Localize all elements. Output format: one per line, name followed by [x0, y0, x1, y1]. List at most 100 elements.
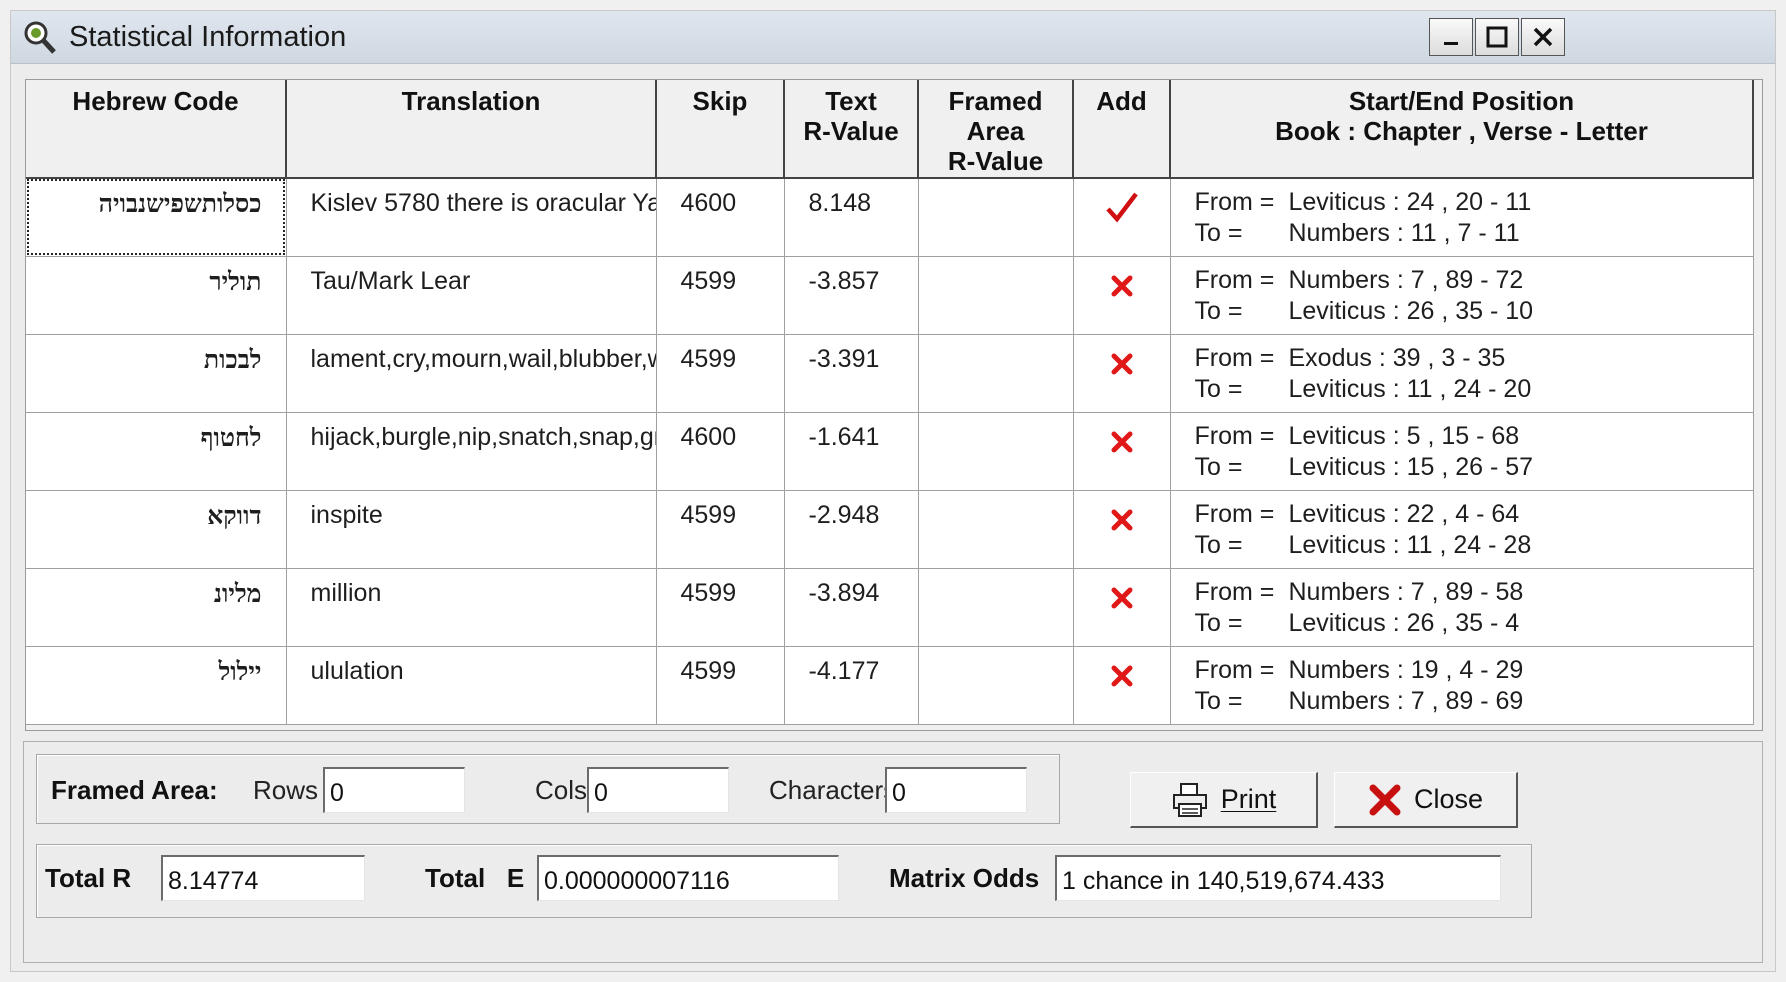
skip-cell[interactable]: 4600: [656, 412, 785, 491]
from-line: From = Numbers : 7 , 89 - 58: [1195, 577, 1753, 608]
translation-cell[interactable]: million: [286, 568, 657, 647]
to-value: Numbers : 11 , 7 - 11: [1288, 219, 1520, 247]
hebrew-code-cell[interactable]: יילול: [26, 646, 287, 725]
title-bar[interactable]: Statistical Information: [11, 11, 1775, 64]
minimize-button[interactable]: [1429, 18, 1473, 56]
close-window-button[interactable]: [1521, 18, 1565, 56]
hebrew-code-cell[interactable]: כסלותשפישנבויה: [26, 178, 287, 257]
translation-cell[interactable]: inspite: [286, 490, 657, 569]
add-cell[interactable]: [1073, 256, 1171, 335]
skip-cell[interactable]: 4599: [656, 568, 785, 647]
from-value: Exodus : 39 , 3 - 35: [1288, 343, 1506, 372]
from-line: From = Leviticus : 24 , 20 - 11: [1195, 187, 1753, 218]
translation-cell[interactable]: Tau/Mark Lear: [286, 256, 657, 335]
add-cell[interactable]: [1073, 490, 1171, 569]
results-grid[interactable]: Hebrew Code Translation Skip Text R-Valu…: [25, 79, 1763, 731]
hebrew-code-cell[interactable]: תוליר: [26, 256, 287, 335]
column-header-hebrew-code[interactable]: Hebrew Code: [26, 80, 287, 179]
text-r-value-cell[interactable]: -3.857: [784, 256, 919, 335]
column-header-skip[interactable]: Skip: [656, 80, 785, 179]
framed-area-r-value-cell[interactable]: [918, 646, 1074, 725]
rows-field[interactable]: [323, 767, 465, 813]
hebrew-code-cell[interactable]: לחטוף: [26, 412, 287, 491]
from-line: From = Numbers : 19 , 4 - 29: [1195, 655, 1753, 686]
table-row[interactable]: דווקא inspite 4599 -2.948 From = Leviticus : …: [26, 490, 1754, 569]
text-r-value-cell[interactable]: 8.148: [784, 178, 919, 257]
matrix-odds-field[interactable]: [1055, 855, 1501, 901]
table-row[interactable]: לבכותlament,cry,mourn,wail,blubber,weep4…: [26, 334, 1754, 413]
framed-area-r-value-cell[interactable]: [918, 178, 1074, 257]
framed-area-r-value-cell[interactable]: [918, 256, 1074, 335]
skip-cell[interactable]: 4599: [656, 646, 785, 725]
column-header-text-r-value[interactable]: Text R-Value: [784, 80, 919, 179]
add-cell[interactable]: [1073, 568, 1171, 647]
to-label: To =: [1194, 686, 1243, 715]
from-label: From =: [1194, 421, 1275, 450]
to-label: To =: [1194, 296, 1243, 325]
translation-cell[interactable]: lament,cry,mourn,wail,blubber,weep: [286, 334, 657, 413]
text-r-value-cell[interactable]: -1.641: [784, 412, 919, 491]
skip-cell[interactable]: 4599: [656, 334, 785, 413]
position-cell[interactable]: From = Leviticus : 22 , 4 - 64 To = Levitic…: [1170, 490, 1754, 569]
framed-area-group: Framed Area: Rows Cols Characters: [36, 754, 1060, 824]
position-cell[interactable]: From = Leviticus : 5 , 15 - 68 To = Levitic…: [1170, 412, 1754, 491]
add-cell[interactable]: [1073, 178, 1171, 257]
translation-cell[interactable]: ululation: [286, 646, 657, 725]
cross-icon: [1111, 587, 1132, 608]
header-row: Hebrew Code Translation Skip Text R-Valu…: [26, 80, 1754, 179]
skip-cell[interactable]: 4599: [656, 256, 785, 335]
framed-area-r-value-cell[interactable]: [918, 490, 1074, 569]
position-cell[interactable]: From = Numbers : 7 , 89 - 72 To = Leviticus…: [1170, 256, 1754, 335]
framed-area-r-value-cell[interactable]: [918, 412, 1074, 491]
text-r-value-cell[interactable]: -4.177: [784, 646, 919, 725]
table-row[interactable]: יילול ululation 4599 -4.177 From = Numbers : …: [26, 646, 1754, 725]
characters-field[interactable]: [885, 767, 1027, 813]
column-header-position[interactable]: Start/End Position Book : Chapter , Vers…: [1170, 80, 1754, 179]
text-r-value-cell[interactable]: -3.391: [784, 334, 919, 413]
table-row[interactable]: לחטוףhijack,burgle,nip,snatch,snap,grab,…: [26, 412, 1754, 491]
cross-icon: [1111, 431, 1132, 452]
print-button[interactable]: Print: [1130, 772, 1318, 828]
translation-cell[interactable]: hijack,burgle,nip,snatch,snap,grab,b: [286, 412, 657, 491]
to-label: To =: [1194, 374, 1243, 403]
total-e-label: Total E: [425, 863, 525, 893]
framed-area-r-value-cell[interactable]: [918, 568, 1074, 647]
add-cell[interactable]: [1073, 646, 1171, 725]
to-line: To = Leviticus : 26 , 35 - 4: [1195, 608, 1753, 639]
to-value: Numbers : 7 , 89 - 69: [1288, 686, 1524, 715]
from-label: From =: [1194, 577, 1275, 606]
position-cell[interactable]: From = Exodus : 39 , 3 - 35 To = Leviticus …: [1170, 334, 1754, 413]
translation-cell[interactable]: Kislev 5780 there is oracular Yah: [286, 178, 657, 257]
hebrew-code-cell[interactable]: לבכות: [26, 334, 287, 413]
position-cell[interactable]: From = Numbers : 7 , 89 - 58 To = Leviticus…: [1170, 568, 1754, 647]
to-value: Leviticus : 11 , 24 - 20: [1288, 374, 1532, 403]
maximize-button[interactable]: [1475, 18, 1519, 56]
text-r-value-cell[interactable]: -2.948: [784, 490, 919, 569]
skip-cell[interactable]: 4600: [656, 178, 785, 257]
hebrew-code-cell[interactable]: מליונ: [26, 568, 287, 647]
hebrew-code-cell[interactable]: דווקא: [26, 490, 287, 569]
from-line: From = Exodus : 39 , 3 - 35: [1195, 343, 1753, 374]
total-r-field[interactable]: [161, 855, 365, 901]
column-header-add[interactable]: Add: [1073, 80, 1171, 179]
text-r-value-cell[interactable]: -3.894: [784, 568, 919, 647]
column-header-framed-area-r-value[interactable]: Framed Area R-Value: [918, 80, 1074, 179]
total-e-field[interactable]: [537, 855, 839, 901]
close-button[interactable]: Close: [1334, 772, 1518, 828]
add-cell[interactable]: [1073, 412, 1171, 491]
column-header-translation[interactable]: Translation: [286, 80, 657, 179]
framed-area-r-value-cell[interactable]: [918, 334, 1074, 413]
position-cell[interactable]: From = Numbers : 19 , 4 - 29 To = Numbers :…: [1170, 646, 1754, 725]
totals-group: Total R Total E Matrix Odds: [36, 844, 1532, 918]
position-cell[interactable]: From = Leviticus : 24 , 20 - 11 To = Number…: [1170, 178, 1754, 257]
from-value: Leviticus : 24 , 20 - 11: [1288, 188, 1532, 216]
close-icon: [1533, 27, 1553, 47]
skip-cell[interactable]: 4599: [656, 490, 785, 569]
table-row[interactable]: כסלותשפישנבויה Kislev 5780 there is oracu…: [26, 178, 1754, 257]
cols-field[interactable]: [587, 767, 729, 813]
table-row[interactable]: מליונ million 4599 -3.894 From = Numbers : 7 …: [26, 568, 1754, 647]
to-value: Leviticus : 26 , 35 - 10: [1288, 296, 1534, 325]
table-row[interactable]: תוליר Tau/Mark Lear 4599 -3.857 From = Number…: [26, 256, 1754, 335]
to-label: To =: [1194, 219, 1243, 247]
add-cell[interactable]: [1073, 334, 1171, 413]
